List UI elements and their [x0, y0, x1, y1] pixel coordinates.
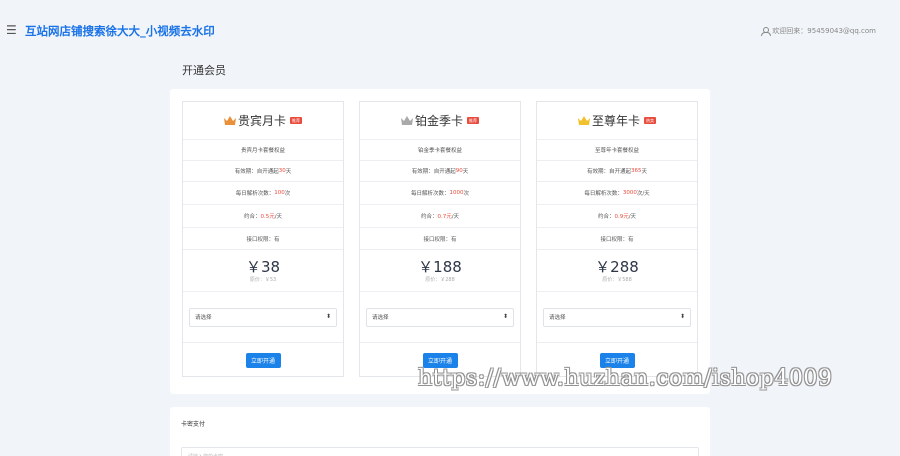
plan-select[interactable]: 请选择 ⬍	[189, 307, 337, 327]
card-payment-panel: 卡密支付 请输入您的卡密	[170, 407, 710, 456]
plan-original-price: 原价：￥288	[425, 276, 455, 283]
plan-price: ￥38	[245, 257, 281, 276]
select-arrows-icon: ⬍	[325, 313, 331, 320]
crown-icon	[400, 116, 413, 125]
menu-icon[interactable]: ☰	[6, 24, 17, 36]
plan-select[interactable]: 请选择 ⬍	[543, 307, 691, 327]
top-bar: ☰ 互站网店铺搜索徐大大_小视频去水印 欢迎回来：95459043@qq.com	[0, 0, 900, 62]
plan-daily-limit: 每日解析次数： 1000 次	[360, 182, 520, 205]
plan-average: 约合： 0.9元/天	[537, 205, 697, 228]
plan-name: 铂金季卡	[414, 114, 463, 128]
user-info[interactable]: 欢迎回来：95459043@qq.com	[761, 26, 876, 36]
plan-desc: 至尊年卡套餐权益	[537, 140, 697, 161]
plan-price: ￥288	[595, 257, 639, 276]
crown-icon	[577, 116, 590, 125]
plan-price-block: ￥288 原价：￥588	[537, 250, 697, 292]
plan-desc: 铂金季卡套餐权益	[360, 140, 520, 161]
user-icon	[761, 27, 772, 36]
buy-button[interactable]: 立即开通	[245, 353, 281, 368]
plan-api-access: 接口权限：有	[360, 228, 520, 250]
plan-name: 至尊年卡	[591, 114, 640, 128]
page-title: 开通会员	[182, 64, 226, 77]
plan-api-access: 接口权限：有	[183, 228, 343, 250]
plan-name: 贵宾月卡	[237, 114, 286, 128]
plan-price-block: ￥38 原价：￥53	[183, 250, 343, 292]
plan-daily-limit: 每日解析次数： 100 次	[183, 182, 343, 205]
plan-validity: 有效期：自开通起 365 天	[537, 161, 697, 182]
watermark: https://www.huzhan.com/ishop4009	[418, 366, 833, 391]
plan-price-block: ￥188 原价：￥288	[360, 250, 520, 292]
payment-title: 卡密支付	[181, 421, 206, 428]
plan-header: 至尊年卡 热卖	[537, 102, 697, 140]
plan-card: 铂金季卡 推荐 铂金季卡套餐权益 有效期：自开通起 90 天 每日解析次数： 1000…	[359, 101, 521, 377]
plan-average: 约合： 0.7元/天	[360, 205, 520, 228]
plan-price: ￥188	[418, 257, 462, 276]
plan-tag: 热卖	[644, 117, 656, 124]
crown-icon	[223, 116, 236, 125]
plan-select-row: 请选择 ⬍	[537, 292, 697, 343]
plan-api-access: 接口权限：有	[537, 228, 697, 250]
plan-card: 至尊年卡 热卖 至尊年卡套餐权益 有效期：自开通起 365 天 每日解析次数： 300…	[536, 101, 698, 377]
plan-desc: 贵宾月卡套餐权益	[183, 140, 343, 161]
site-title[interactable]: 互站网店铺搜索徐大大_小视频去水印	[25, 23, 215, 39]
plan-validity: 有效期：自开通起 30 天	[183, 161, 343, 182]
plan-header: 铂金季卡 推荐	[360, 102, 520, 140]
card-key-input[interactable]: 请输入您的卡密	[181, 447, 699, 456]
plan-original-price: 原价：￥588	[602, 276, 632, 283]
plan-original-price: 原价：￥53	[249, 276, 277, 283]
user-email: 欢迎回来：95459043@qq.com	[772, 27, 876, 35]
plan-button-row: 立即开通	[183, 343, 343, 378]
plans-panel: 贵宾月卡 推荐 贵宾月卡套餐权益 有效期：自开通起 30 天 每日解析次数： 100 次…	[170, 89, 710, 394]
plan-header: 贵宾月卡 推荐	[183, 102, 343, 140]
plan-average: 约合： 0.5元/天	[183, 205, 343, 228]
plan-daily-limit: 每日解析次数： 3000 次/天	[537, 182, 697, 205]
plan-select[interactable]: 请选择 ⬍	[366, 307, 514, 327]
select-arrows-icon: ⬍	[679, 313, 685, 320]
plan-card: 贵宾月卡 推荐 贵宾月卡套餐权益 有效期：自开通起 30 天 每日解析次数： 100 次…	[182, 101, 344, 377]
plan-select-row: 请选择 ⬍	[360, 292, 520, 343]
plan-validity: 有效期：自开通起 90 天	[360, 161, 520, 182]
select-arrows-icon: ⬍	[502, 313, 508, 320]
plan-tag: 推荐	[467, 117, 479, 124]
plan-tag: 推荐	[290, 117, 302, 124]
plan-select-row: 请选择 ⬍	[183, 292, 343, 343]
